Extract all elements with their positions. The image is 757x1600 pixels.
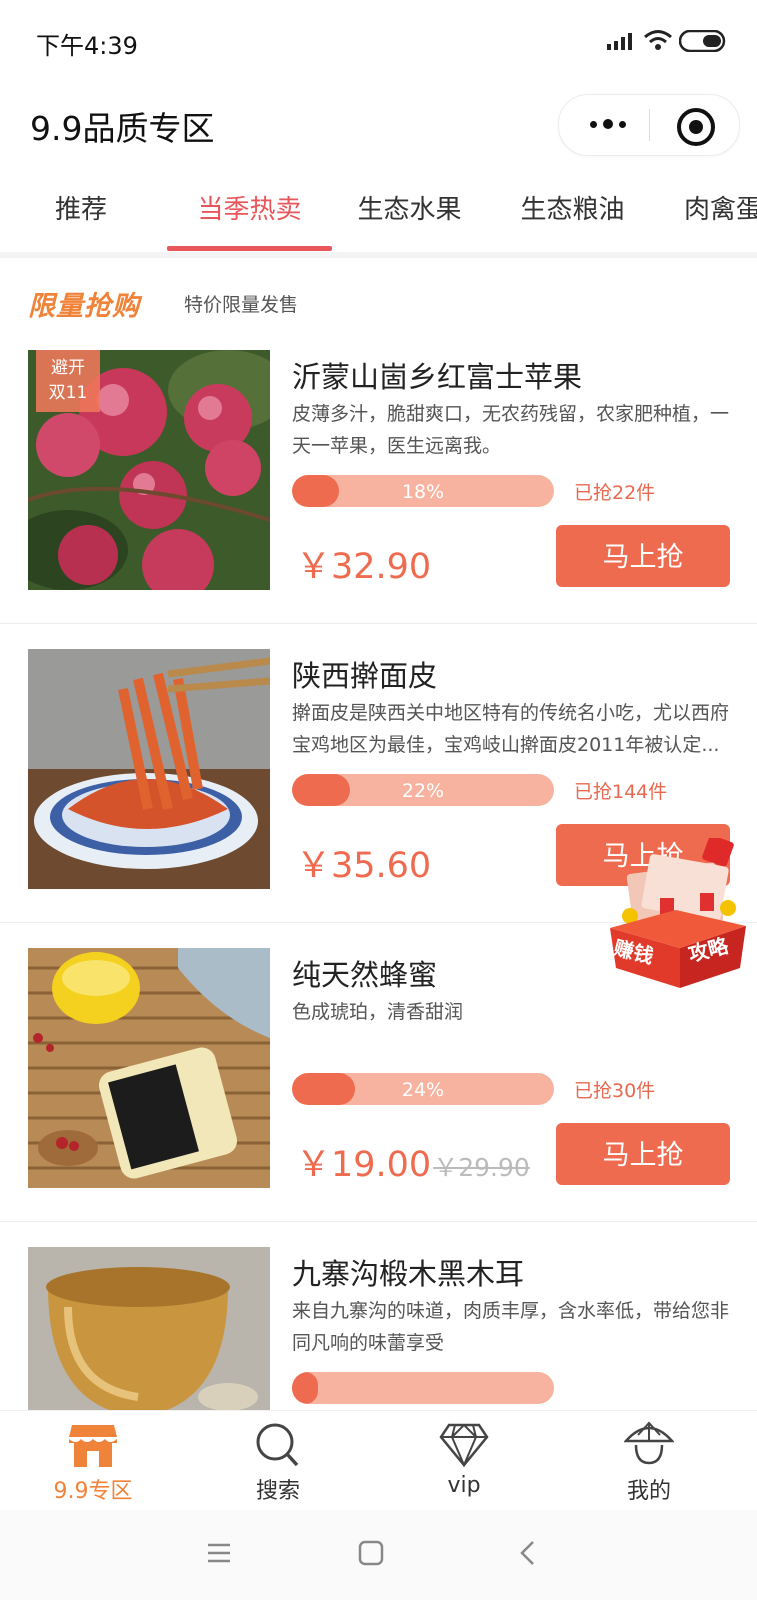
badge-line: 避开 (51, 358, 85, 378)
original-price: ￥29.90 (433, 1153, 530, 1182)
shop-icon (69, 1425, 117, 1467)
search-icon (256, 1423, 299, 1467)
menu-icon[interactable] (206, 1542, 232, 1564)
product-title[interactable]: 沂蒙山崮乡红富士苹果 (292, 354, 582, 396)
capsule-menu (558, 94, 740, 156)
back-icon[interactable] (518, 1540, 538, 1566)
product-card[interactable]: 九寨沟椴木黑木耳 来自九寨沟的味道，肉质丰厚，含水率低，带给您非同凡响的味蕾享受 (0, 1215, 757, 1410)
product-description: 皮薄多汁，脆甜爽口，无农药残留，农家肥种植，一天一苹果，医生远离我。 (292, 403, 730, 457)
product-card[interactable]: 避开 双11 沂蒙山崮乡红富士苹果 皮薄多汁，脆甜爽口，无农药残留，农家肥种植，… (0, 318, 757, 624)
progress-fill (292, 1372, 319, 1404)
tab-recommend[interactable]: 推荐 (20, 168, 142, 252)
wifi-icon (644, 30, 672, 50)
product-image-honey[interactable] (28, 948, 270, 1188)
profile-hat-icon (624, 1421, 674, 1465)
product-description: 来自九寨沟的味道，肉质丰厚，含水率低，带给您非同凡响的味蕾享受 (292, 1300, 730, 1354)
buy-now-button[interactable]: 马上抢 (556, 525, 730, 587)
nav-label: 9.9专区 (53, 1479, 133, 1504)
nav-label: vip (447, 1473, 481, 1498)
product-description: 色成琥珀，清香甜润 (292, 1001, 464, 1023)
sales-progress-bar: 18% (292, 475, 554, 507)
current-price: ￥32.90 (296, 547, 432, 587)
buy-now-button[interactable]: 马上抢 (556, 1123, 730, 1185)
nav-search[interactable]: 搜索 (203, 1411, 353, 1511)
bottom-nav: 9.9专区 搜索 vip 我的 (0, 1410, 757, 1511)
product-title[interactable]: 纯天然蜂蜜 (292, 952, 437, 994)
battery-icon (679, 30, 726, 52)
capsule-divider (649, 109, 650, 141)
progress-text: 18% (401, 481, 445, 503)
signal-icon (607, 33, 632, 50)
home-icon[interactable] (358, 1540, 384, 1566)
status-bar: 下午4:39 (0, 0, 757, 80)
nav-profile[interactable]: 我的 (574, 1411, 724, 1511)
sales-progress-bar (292, 1372, 554, 1404)
sold-count: 已抢144件 (574, 781, 668, 803)
section-subtitle: 特价限量发售 (184, 294, 299, 316)
tab-eco-grain-oil[interactable]: 生态粮油 (505, 168, 640, 252)
title-bar: 9.9品质专区 (0, 80, 757, 169)
sold-count: 已抢22件 (574, 482, 656, 504)
product-title[interactable]: 九寨沟椴木黑木耳 (292, 1251, 524, 1293)
current-price: ￥19.00 (296, 1145, 432, 1185)
product-price: ￥35.60 (296, 837, 431, 888)
product-title[interactable]: 陕西擀面皮 (292, 653, 437, 695)
nav-zone-99[interactable]: 9.9专区 (18, 1411, 168, 1511)
product-price: ￥32.90 (296, 538, 431, 589)
product-description: 擀面皮是陕西关中地区特有的传统名小吃，尤以西府宝鸡地区为最佳，宝鸡岐山擀面皮20… (292, 702, 730, 756)
system-nav-bar (0, 1510, 757, 1600)
badge-line: 双11 (48, 383, 88, 403)
current-price: ￥35.60 (296, 846, 432, 886)
close-miniprogram-icon[interactable] (677, 108, 715, 146)
sales-progress-bar: 24% (292, 1073, 554, 1105)
product-image-black-fungus[interactable] (28, 1247, 270, 1410)
promo-badge: 避开 双11 (36, 350, 100, 412)
sold-count: 已抢30件 (574, 1080, 656, 1102)
product-price: ￥19.00￥29.90 (296, 1136, 530, 1187)
more-icon[interactable] (583, 109, 633, 139)
progress-text: 22% (401, 780, 445, 802)
tab-meat-egg[interactable]: 肉禽蛋 (684, 168, 757, 252)
divider (0, 252, 757, 258)
nav-label: 搜索 (255, 1479, 300, 1504)
tab-seasonal-hot[interactable]: 当季热卖 (167, 168, 332, 252)
sales-progress-bar: 22% (292, 774, 554, 806)
earn-money-promo[interactable]: 赚钱 攻略 (610, 835, 750, 988)
product-image-noodles[interactable] (28, 649, 270, 889)
tab-eco-fruit[interactable]: 生态水果 (342, 168, 477, 252)
category-tabs: 推荐 当季热卖 生态水果 生态粮油 肉禽蛋 (0, 168, 757, 252)
nav-vip[interactable]: vip (389, 1411, 539, 1511)
page-title: 9.9品质专区 (30, 109, 215, 148)
status-time: 下午4:39 (36, 32, 138, 60)
nav-label: 我的 (626, 1479, 671, 1504)
active-tab-indicator (167, 246, 332, 251)
diamond-icon (439, 1423, 489, 1468)
progress-text: 24% (401, 1079, 445, 1101)
